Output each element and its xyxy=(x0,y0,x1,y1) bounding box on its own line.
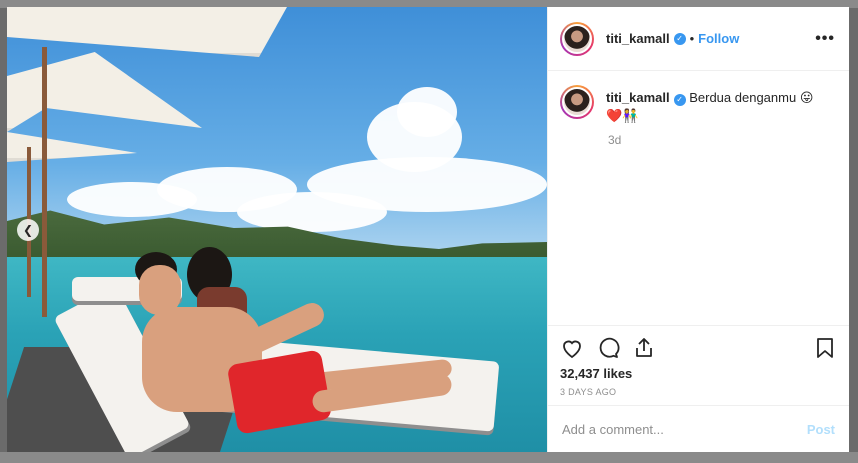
cloud xyxy=(237,192,387,232)
caption-avatar[interactable] xyxy=(560,85,594,119)
comment-input[interactable] xyxy=(562,421,807,437)
follow-button[interactable]: Follow xyxy=(698,31,739,46)
chevron-left-icon: ❮ xyxy=(22,223,34,237)
post-header: titi_kamall ✓ • Follow ••• xyxy=(548,7,849,71)
post-comment-button[interactable]: Post xyxy=(807,422,835,437)
previous-photo-button[interactable]: ❮ xyxy=(17,219,39,241)
cloud xyxy=(67,182,197,217)
caption-username[interactable]: titi_kamall xyxy=(606,90,670,105)
dot-separator: • xyxy=(689,31,695,46)
umbrella-canopy xyxy=(7,52,202,132)
caption: titi_kamall ✓ Berdua denganmu 😛 ❤️👫 xyxy=(606,85,813,125)
post-photo[interactable]: ❮ xyxy=(7,7,547,452)
bookmark-icon[interactable] xyxy=(813,336,837,360)
umbrella-pole xyxy=(42,47,47,317)
caption-emoji: 😛 xyxy=(799,90,814,105)
verified-badge-icon: ✓ xyxy=(673,32,686,45)
heart-icon[interactable] xyxy=(560,336,584,360)
post-side-panel: titi_kamall ✓ • Follow ••• titi_kamall ✓ … xyxy=(547,7,849,452)
caption-row: titi_kamall ✓ Berdua denganmu 😛 ❤️👫 xyxy=(560,85,837,125)
caption-text: Berdua denganmu xyxy=(689,90,797,105)
verified-badge-icon: ✓ xyxy=(673,94,686,106)
cloud xyxy=(397,87,457,137)
caption-timestamp[interactable]: 3d xyxy=(608,133,837,147)
more-options-icon[interactable]: ••• xyxy=(815,30,835,48)
post-date[interactable]: 3 DAYS AGO xyxy=(560,387,837,397)
comment-icon[interactable] xyxy=(596,336,620,360)
umbrella-canopy xyxy=(7,7,287,57)
post-modal: ❮ titi_kamall ✓ • Follow ••• titi_kamall… xyxy=(7,7,849,452)
avatar-image xyxy=(562,87,592,117)
avatar-image xyxy=(562,23,592,54)
avatar[interactable] xyxy=(560,21,594,56)
comment-box: Post xyxy=(548,405,849,452)
action-icons xyxy=(560,334,837,362)
likes-count[interactable]: 32,437 likes xyxy=(560,366,837,381)
header-username[interactable]: titi_kamall xyxy=(606,31,670,46)
share-icon[interactable] xyxy=(632,336,656,360)
caption-emoji: ❤️👫 xyxy=(606,108,639,123)
comments-section: titi_kamall ✓ Berdua denganmu 😛 ❤️👫 3d xyxy=(548,71,849,325)
action-bar: 32,437 likes 3 DAYS AGO xyxy=(548,325,849,405)
background-feed-bottom xyxy=(0,452,858,463)
